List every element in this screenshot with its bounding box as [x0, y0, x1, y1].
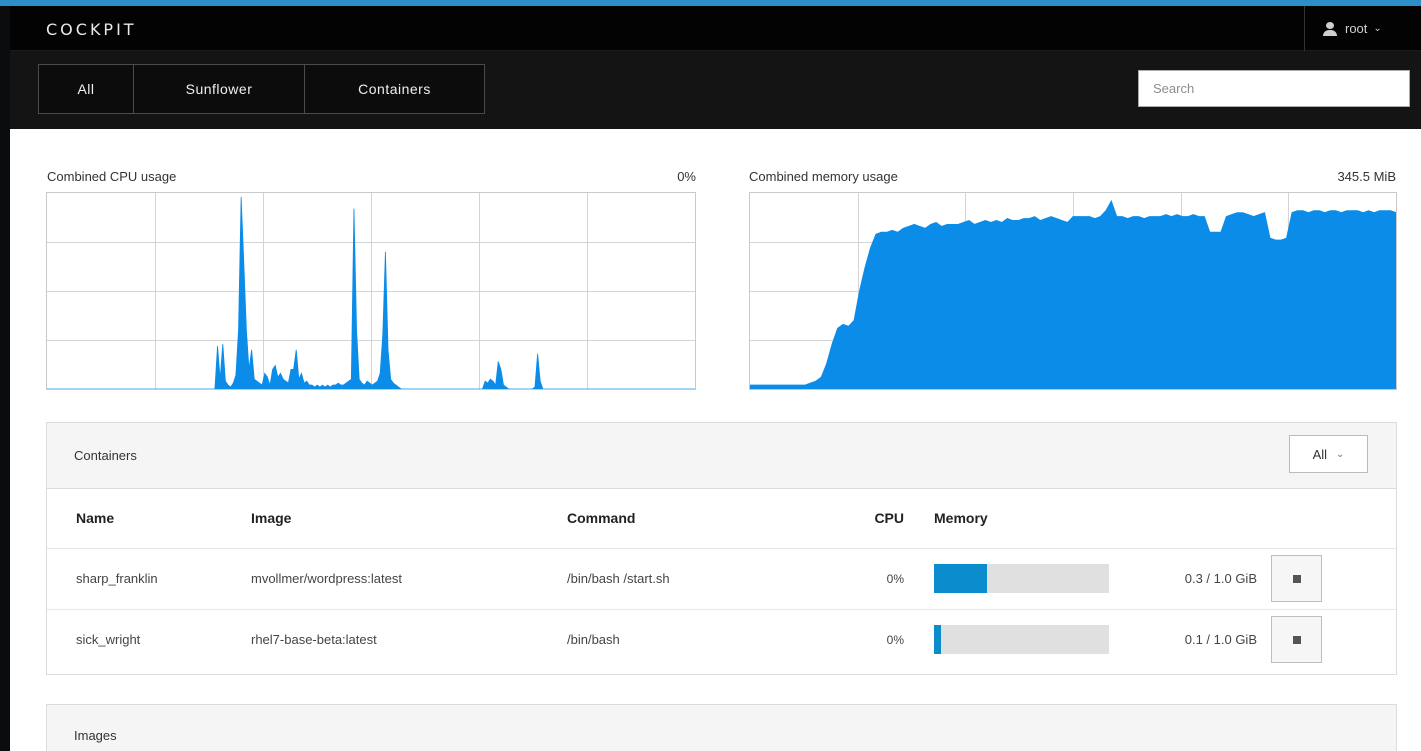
container-cpu: 0%: [829, 548, 904, 610]
container-action-cell: [1267, 548, 1396, 610]
container-action-cell: [1267, 609, 1396, 670]
cpu-usage-plot: [47, 193, 695, 389]
cpu-chart-value: 0%: [677, 169, 696, 184]
images-panel-header: Images: [47, 705, 1396, 751]
container-memory-bar-cell: [904, 609, 1109, 670]
container-name[interactable]: sick_wright: [47, 609, 251, 670]
column-header-image[interactable]: Image: [251, 489, 567, 549]
memory-usage-bar-fill: [934, 564, 987, 593]
stop-container-button[interactable]: [1271, 555, 1322, 602]
container-command: /bin/bash /start.sh: [567, 548, 829, 610]
column-header-command[interactable]: Command: [567, 489, 829, 549]
column-header-name[interactable]: Name: [47, 489, 251, 549]
user-icon: [1323, 21, 1337, 36]
containers-panel-header: Containers All ⌄: [47, 423, 1396, 489]
container-name[interactable]: sharp_franklin: [47, 548, 251, 610]
containers-panel: Containers All ⌄ Name Image Command CPU …: [46, 422, 1397, 675]
container-command: /bin/bash: [567, 632, 620, 648]
container-cpu: 0%: [886, 632, 904, 647]
chevron-down-icon: ⌄: [1336, 448, 1345, 460]
column-header-memory[interactable]: Memory: [904, 489, 1109, 549]
brand-bar: COCKPIT root ⌄: [10, 6, 1421, 51]
containers-table: Name Image Command CPU Memory sharp_fran…: [47, 489, 1396, 670]
user-name: root: [1345, 21, 1368, 36]
column-header-cpu[interactable]: CPU: [829, 489, 904, 549]
column-header-memory-text: [1109, 489, 1267, 549]
images-panel: Images: [46, 704, 1397, 751]
container-memory-text: 0.1 / 1.0 GiB: [1184, 632, 1257, 648]
container-memory-bar-cell: [904, 548, 1109, 610]
brand-title: COCKPIT: [46, 20, 137, 39]
table-row[interactable]: sick_wright rhel7-base-beta:latest /bin/…: [47, 609, 1396, 670]
memory-usage-bar-fill: [934, 625, 941, 655]
container-filter-value: All: [1312, 446, 1328, 462]
container-memory-text: 0.3 / 1.0 GiB: [1109, 548, 1267, 610]
host-filter-group: All Sunflower Containers: [38, 64, 485, 114]
memory-chart-label: Combined memory usage: [749, 169, 898, 184]
memory-usage-bar: [934, 625, 1109, 655]
stop-icon: [1292, 635, 1301, 644]
stop-container-button[interactable]: [1271, 616, 1322, 664]
table-header-row: Name Image Command CPU Memory: [47, 489, 1396, 549]
container-image: rhel7-base-beta:latest: [251, 632, 377, 648]
container-image: mvollmer/wordpress:latest: [251, 548, 567, 610]
images-panel-title: Images: [74, 728, 117, 743]
main-content: Combined CPU usage 0% Combined memory us…: [10, 129, 1421, 751]
nav-button-all[interactable]: All: [39, 65, 134, 113]
nav-button-sunflower[interactable]: Sunflower: [134, 65, 305, 113]
column-header-action: [1267, 489, 1396, 549]
nav-button-containers[interactable]: Containers: [305, 65, 484, 113]
memory-series-area: [750, 199, 1396, 389]
search-input[interactable]: [1138, 70, 1410, 107]
containers-panel-title: Containers: [74, 448, 137, 463]
memory-usage-plot: [750, 193, 1396, 389]
stop-icon: [1292, 574, 1301, 583]
memory-chart-value: 345.5 MiB: [1337, 169, 1396, 184]
container-filter-dropdown[interactable]: All ⌄: [1289, 435, 1368, 473]
chevron-down-icon: ⌄: [1373, 23, 1382, 34]
user-menu[interactable]: root ⌄: [1304, 6, 1421, 51]
table-row[interactable]: sharp_franklin mvollmer/wordpress:latest…: [47, 548, 1396, 610]
cpu-chart-label: Combined CPU usage: [47, 169, 177, 184]
memory-usage-chart: [749, 192, 1397, 390]
navigation-bar: All Sunflower Containers: [10, 51, 1421, 129]
app-frame: COCKPIT root ⌄ All Sunflower Containers …: [0, 0, 1421, 751]
memory-usage-bar: [934, 564, 1109, 593]
cpu-usage-chart: [46, 192, 696, 390]
